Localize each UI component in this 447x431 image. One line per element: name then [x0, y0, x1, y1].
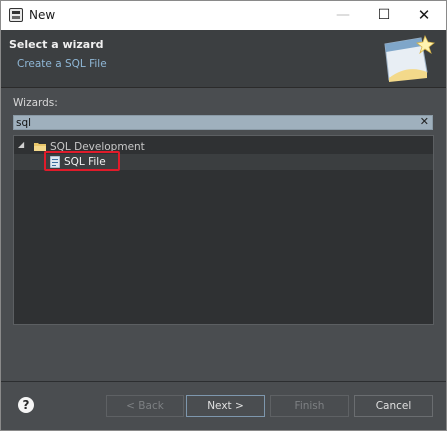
folder-icon — [34, 143, 46, 151]
wizard-tree[interactable]: ◢ SQL Development SQL File — [13, 135, 434, 325]
minimize-icon[interactable]: — — [324, 1, 362, 30]
wizard-banner: Select a wizard Create a SQL File — [1, 30, 446, 88]
expand-arrow-icon[interactable]: ◢ — [18, 140, 24, 149]
next-button[interactable]: Next > — [186, 395, 265, 417]
banner-subtitle: Create a SQL File — [17, 58, 107, 70]
finish-button[interactable]: Finish — [270, 395, 349, 417]
cancel-button[interactable]: Cancel — [354, 395, 433, 417]
banner-title: Select a wizard — [9, 38, 104, 51]
footer-separator — [1, 381, 446, 382]
app-icon — [9, 8, 23, 22]
wizard-banner-icon — [384, 34, 435, 82]
new-wizard-dialog: New — ☐ ✕ Select a wizard Create a SQL F… — [0, 0, 447, 431]
title-bar: New — ☐ ✕ — [1, 1, 446, 30]
wizards-label: Wizards: — [13, 97, 58, 109]
maximize-icon[interactable]: ☐ — [365, 1, 403, 30]
wizard-filter: ✕ — [13, 115, 433, 130]
help-icon[interactable]: ? — [18, 397, 34, 413]
filter-input[interactable] — [16, 116, 406, 129]
clear-icon[interactable]: ✕ — [420, 115, 429, 128]
close-icon[interactable]: ✕ — [405, 1, 443, 30]
window-title: New — [29, 8, 56, 22]
back-button[interactable]: < Back — [106, 395, 184, 417]
selection-highlight-box — [44, 151, 120, 171]
